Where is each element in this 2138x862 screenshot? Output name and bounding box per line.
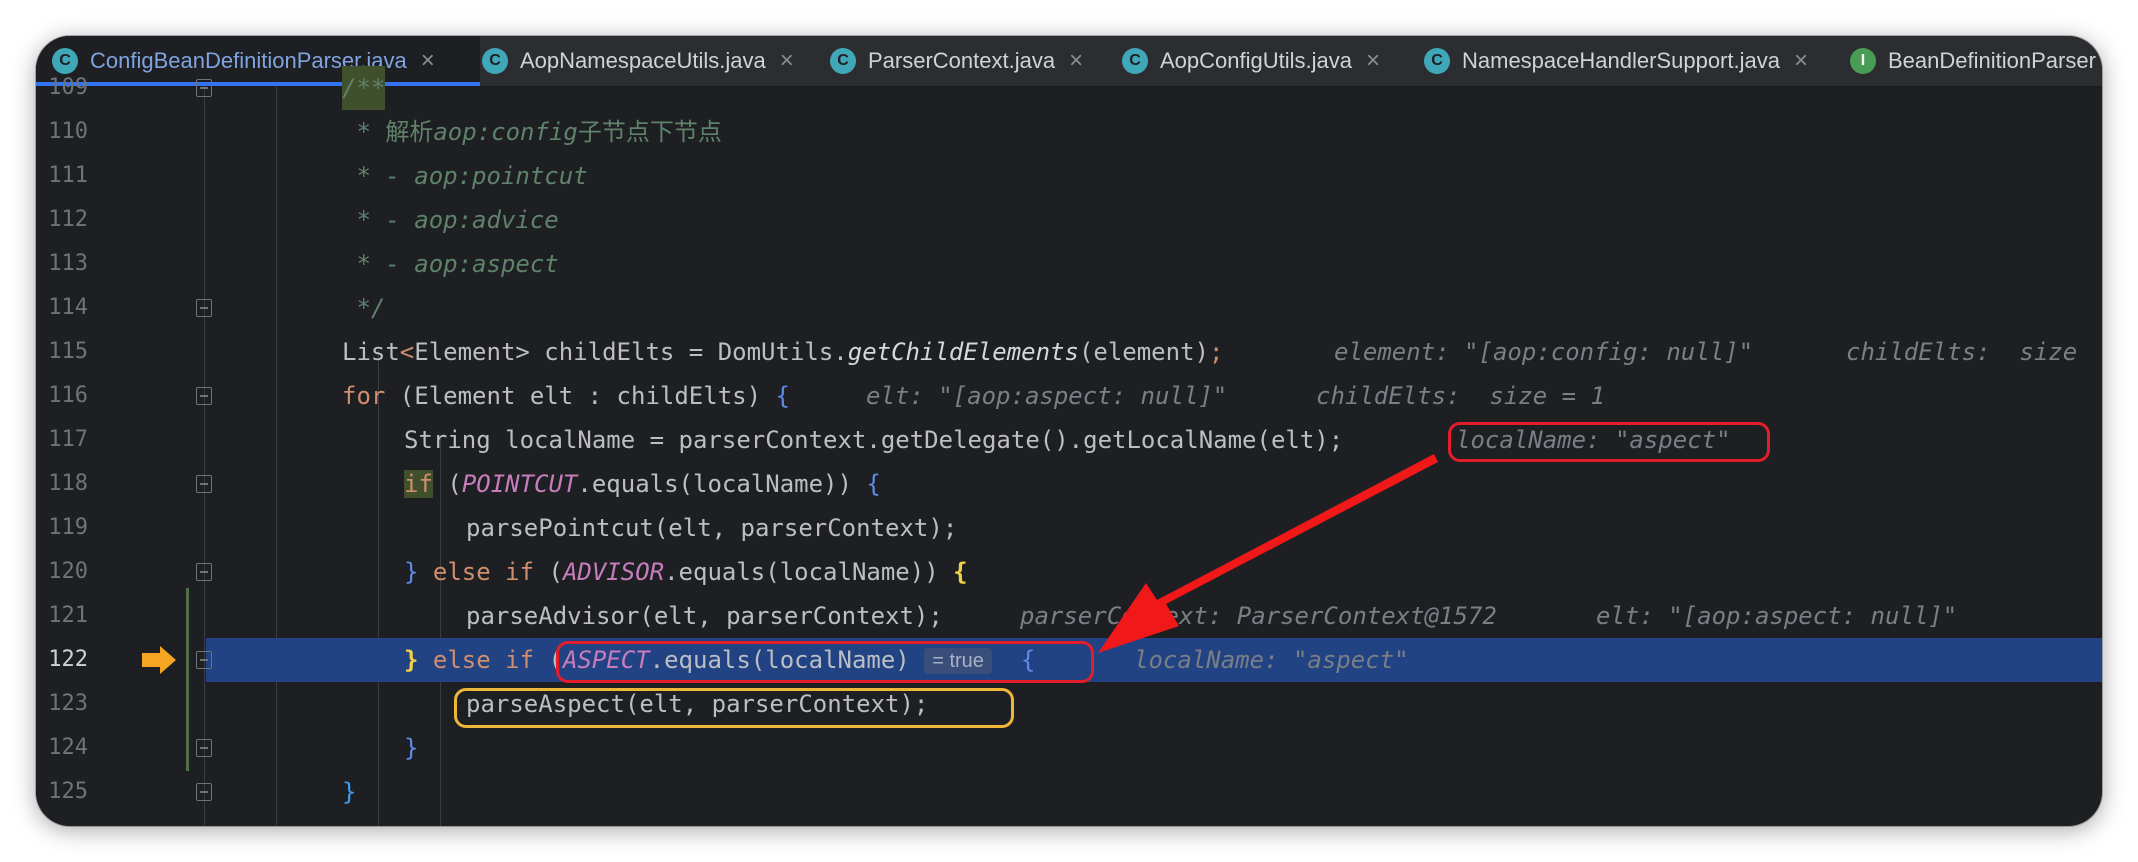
inline-debug-value: localName: "aspect"	[1134, 646, 1409, 674]
comment-tag: aop:config	[433, 118, 578, 146]
code-text: } else if (ADVISOR.equals(localName)) {	[404, 550, 968, 594]
line-number: 110	[48, 119, 88, 144]
line-number: 113	[48, 251, 88, 276]
inline-debug-value: element: "[aop:config: null]"	[1334, 338, 1754, 366]
code-token: else if	[418, 646, 535, 674]
fold-icon[interactable]	[196, 651, 212, 669]
line-number: 109	[48, 75, 88, 100]
code-token: ;	[1208, 338, 1224, 366]
code-text: for (Element elt : childElts) {	[342, 374, 790, 418]
code-text: * - aop:pointcut	[342, 162, 588, 190]
fold-icon[interactable]	[196, 783, 212, 801]
inline-debug-value: parserContext: ParserContext@1572	[1020, 602, 1497, 630]
fold-icon[interactable]	[196, 475, 212, 493]
code-text: * - aop:advice	[342, 206, 559, 234]
code-text: if (POINTCUT.equals(localName)) {	[404, 462, 881, 506]
line-number: 116	[48, 383, 88, 408]
annotation-box-aspect-condition	[556, 641, 1094, 683]
code-text: parsePointcut(elt, parserContext);	[466, 514, 958, 542]
inline-debug-value: childElts: size = 1	[1316, 382, 1605, 410]
fold-icon[interactable]	[196, 563, 212, 581]
fold-icon[interactable]	[196, 739, 212, 757]
code-line: 125 }	[36, 770, 2102, 814]
code-line: 112 * - aop:advice	[36, 198, 2102, 242]
code-token: for	[342, 382, 386, 410]
code-text: /**	[342, 66, 386, 110]
code-line: 113 * - aop:aspect	[36, 242, 2102, 286]
code-token: > childElts = DomUtils.	[515, 338, 848, 366]
code-line: 120 } else if (ADVISOR.equals(localName)…	[36, 550, 2102, 594]
comment-text: * 解析	[342, 118, 434, 146]
code-line: 121 parseAdvisor(elt, parserContext); pa…	[36, 594, 2102, 638]
line-number: 124	[48, 735, 88, 760]
code-line: 115 List<Element> childElts = DomUtils.g…	[36, 330, 2102, 374]
line-number: 118	[48, 471, 88, 496]
code-token: {	[775, 382, 790, 410]
code-text: parseAdvisor(elt, parserContext);	[466, 602, 943, 630]
code-line: 109 /**	[36, 66, 2102, 110]
line-number: 115	[48, 339, 88, 364]
code-line: 110 * 解析aop:config子节点下节点	[36, 110, 2102, 154]
fold-icon[interactable]	[196, 79, 212, 97]
code-token: List	[342, 338, 400, 366]
fold-icon[interactable]	[196, 387, 212, 405]
line-number: 120	[48, 559, 88, 584]
code-line: 114 */	[36, 286, 2102, 330]
annotation-box-parseaspect-call	[454, 688, 1014, 728]
code-token: (	[432, 470, 462, 498]
fold-icon[interactable]	[196, 299, 212, 317]
code-line: 117 String localName = parserContext.get…	[36, 418, 2102, 462]
line-number: 117	[48, 427, 88, 452]
inline-debug-value: childElts: size	[1846, 338, 2078, 366]
line-number: 123	[48, 691, 88, 716]
code-line: 118 if (POINTCUT.equals(localName)) {	[36, 462, 2102, 506]
code-text: List<Element> childElts = DomUtils.getCh…	[342, 330, 1223, 374]
code-token: getChildElements	[847, 338, 1079, 366]
annotation-box-localname-value	[1448, 422, 1770, 462]
code-token: Element	[414, 338, 516, 366]
code-token: else if	[418, 558, 535, 586]
line-number: 121	[48, 603, 88, 628]
line-number: 125	[48, 779, 88, 804]
code-token: }	[404, 558, 419, 586]
code-line: 111 * - aop:pointcut	[36, 154, 2102, 198]
code-text: }	[342, 778, 357, 806]
execution-point-arrow-icon[interactable]	[140, 645, 178, 675]
code-token: POINTCUT	[461, 470, 578, 498]
code-token: (element)	[1078, 338, 1209, 366]
line-number: 111	[48, 163, 88, 188]
code-token: .equals(localName))	[664, 558, 954, 586]
code-line: 124 }	[36, 726, 2102, 770]
code-text: * 解析aop:config子节点下节点	[342, 110, 722, 154]
code-text: * - aop:aspect	[342, 250, 559, 278]
code-token: <	[399, 338, 415, 366]
code-token: }	[404, 646, 419, 674]
inline-debug-value: elt: "[aop:aspect: null]"	[1596, 602, 1958, 630]
code-token: .equals(localName))	[577, 470, 867, 498]
line-number: 112	[48, 207, 88, 232]
line-number: 122	[48, 647, 88, 672]
code-text: String localName = parserContext.getDele…	[404, 426, 1344, 454]
comment-text: 子节点下节点	[577, 118, 722, 146]
code-line: 116 for (Element elt : childElts) { elt:…	[36, 374, 2102, 418]
code-token: ADVISOR	[562, 558, 665, 586]
code-editor[interactable]: 109 /** 110 * 解析aop:config子节点下节点 111 * -…	[36, 66, 2102, 826]
code-token: if	[404, 470, 433, 498]
code-token: (	[534, 558, 563, 586]
code-line: 119 parsePointcut(elt, parserContext);	[36, 506, 2102, 550]
code-text: }	[404, 734, 419, 762]
code-token: {	[953, 558, 968, 586]
line-number: 114	[48, 295, 88, 320]
inline-debug-value: elt: "[aop:aspect: null]"	[866, 382, 1228, 410]
line-number: 119	[48, 515, 88, 540]
code-text: */	[342, 294, 386, 322]
code-token: (Element elt : childElts)	[385, 382, 776, 410]
ide-window: C ConfigBeanDefinitionParser.java × C Ao…	[36, 36, 2102, 826]
code-token: {	[866, 470, 881, 498]
code-line: 123 parseAspect(elt, parserContext);	[36, 682, 2102, 726]
